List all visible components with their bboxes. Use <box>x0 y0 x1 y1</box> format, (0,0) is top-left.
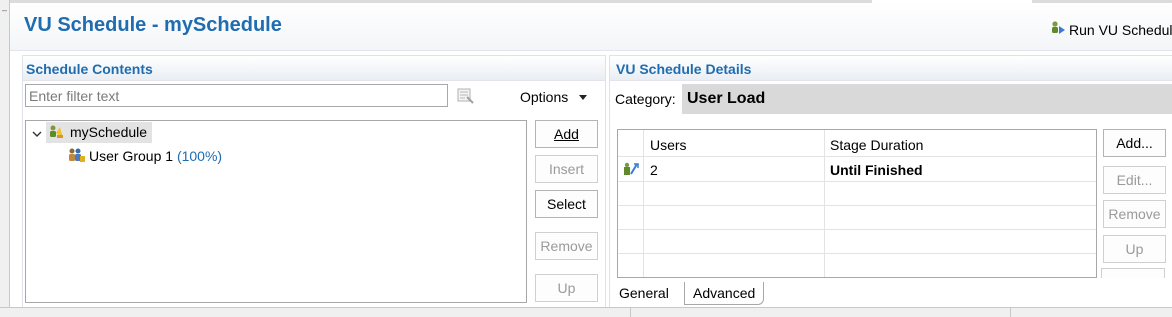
add-button-label: Add <box>554 126 579 142</box>
select-button[interactable]: Select <box>535 190 598 218</box>
add-stage-button[interactable]: Add... <box>1103 129 1166 157</box>
add-button[interactable]: Add <box>535 120 598 148</box>
up-button[interactable]: Up <box>535 274 598 302</box>
run-vu-schedule-button[interactable]: Run VU Schedul <box>1050 20 1172 39</box>
remove-button[interactable]: Remove <box>535 232 598 260</box>
down-stage-button[interactable] <box>1101 268 1165 278</box>
column-header-stage-duration[interactable]: Stage Duration <box>830 137 923 153</box>
vu-schedule-details-title: VU Schedule Details <box>616 61 752 77</box>
expand-chevron-icon[interactable] <box>32 126 42 142</box>
vu-schedule-details-header: VU Schedule Details <box>610 56 1172 81</box>
options-label: Options <box>520 89 569 105</box>
remove-stage-button[interactable]: Remove <box>1103 200 1166 228</box>
user-group-percent: (100%) <box>176 148 223 164</box>
user-group-icon <box>68 147 86 166</box>
insert-button[interactable]: Insert <box>535 155 598 183</box>
stage-row-icon <box>623 162 639 179</box>
column-header-users[interactable]: Users <box>650 137 687 153</box>
schedule-contents-title: Schedule Contents <box>26 61 153 77</box>
tab-general[interactable]: General <box>619 285 669 301</box>
schedule-icon <box>48 124 64 143</box>
table-row-divider <box>618 205 1096 206</box>
category-value: User Load <box>682 84 1172 114</box>
filter-input[interactable] <box>25 84 448 107</box>
run-schedule-icon <box>1050 20 1066 39</box>
category-label: Category: <box>615 91 676 107</box>
run-vu-schedule-label: Run VU Schedul <box>1069 21 1172 38</box>
page-title: VU Schedule - mySchedule <box>24 14 282 36</box>
dropdown-arrow-icon <box>578 89 588 105</box>
table-cell-users: 2 <box>650 162 658 178</box>
table-column-divider <box>824 130 825 277</box>
up-stage-button[interactable]: Up <box>1103 235 1166 263</box>
options-menu[interactable]: Options <box>520 89 588 105</box>
edit-stage-button[interactable]: Edit... <box>1103 166 1166 194</box>
table-column-divider <box>643 130 644 277</box>
table-row-divider <box>618 229 1096 230</box>
tab-advanced[interactable]: Advanced <box>684 282 765 305</box>
table-row-divider <box>618 253 1096 254</box>
tree-root-label: mySchedule <box>70 124 148 140</box>
user-group-label: User Group 1 <box>89 148 174 164</box>
schedule-contents-header: Schedule Contents <box>23 56 605 81</box>
details-tabs: General Advanced <box>613 280 1172 306</box>
table-cell-stage-duration: Until Finished <box>830 162 923 178</box>
collapse-marker-icon: – <box>2 5 8 15</box>
clear-filter-icon[interactable] <box>457 88 475 107</box>
tree-item-user-group[interactable]: User Group 1 (100%) <box>89 148 222 164</box>
left-panel-edge: – <box>0 0 10 316</box>
